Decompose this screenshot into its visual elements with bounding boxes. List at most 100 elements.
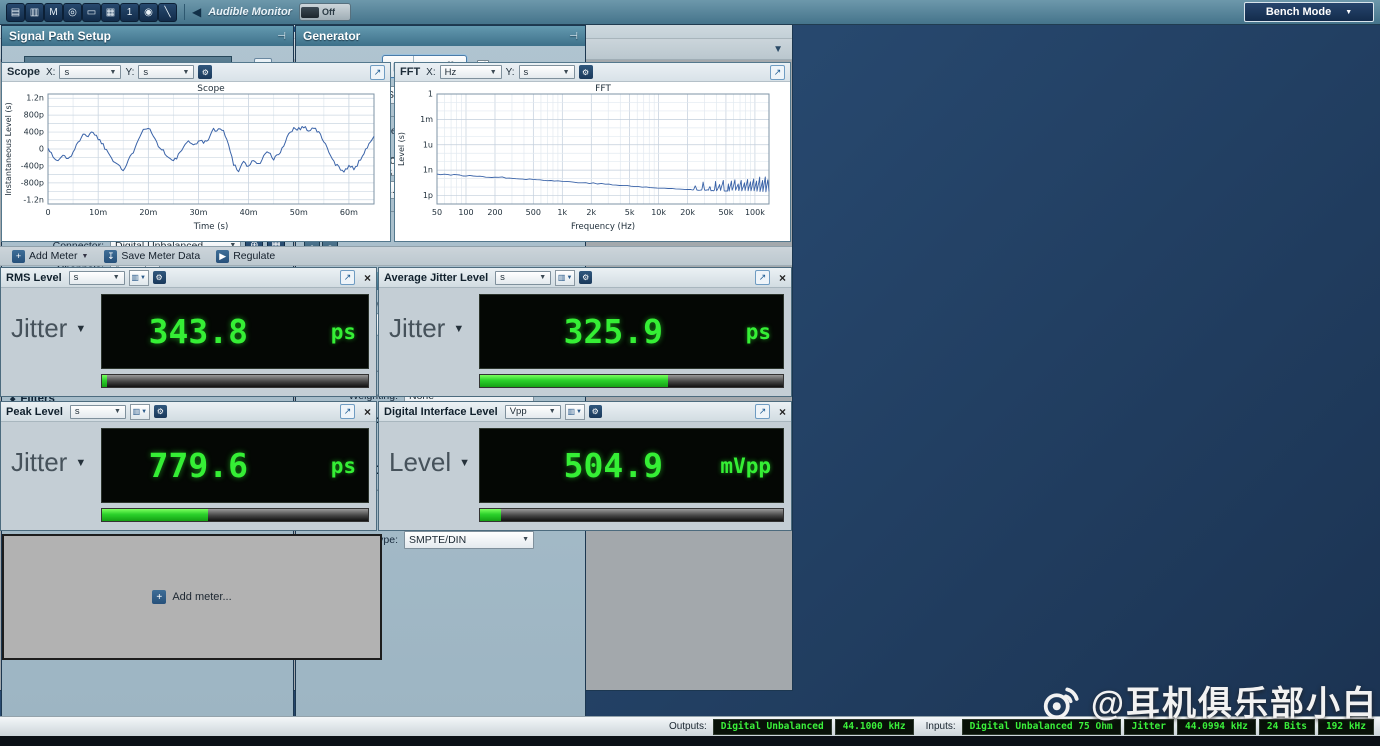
fft-x-label: X:: [426, 67, 435, 78]
meter-unit-select[interactable]: s▼: [495, 271, 551, 285]
meter-title: Digital Interface Level: [384, 406, 498, 418]
meter-unit-value: s: [74, 272, 79, 283]
chevron-down-icon: ▼: [81, 253, 88, 260]
meter-body: Jitter▼ 779.6 ps: [1, 421, 376, 530]
filter-funnel-icon[interactable]: ▼: [773, 44, 783, 55]
svg-text:1p: 1p: [423, 191, 433, 200]
meter-settings-button[interactable]: ⚙: [153, 271, 166, 284]
meter-bar: [479, 508, 784, 522]
new-file-icon[interactable]: ▤: [6, 3, 25, 22]
meter-popout-icon[interactable]: ↗: [755, 270, 770, 285]
meter-title: Average Jitter Level: [384, 272, 488, 284]
bottom-strip: [0, 736, 1380, 746]
scope-x-unit-select[interactable]: s▼: [59, 65, 121, 79]
inputs-label: Inputs:: [926, 721, 956, 732]
svg-text:1.2n: 1.2n: [26, 94, 44, 103]
meter-value-unit: ps: [248, 320, 368, 344]
meter-popout-icon[interactable]: ↗: [755, 404, 770, 419]
audible-monitor-toggle[interactable]: Off: [299, 3, 351, 21]
save-meter-data-button[interactable]: ↧ Save Meter Data: [99, 248, 205, 265]
meter-popout-icon[interactable]: ↗: [340, 270, 355, 285]
plus-icon: +: [152, 590, 166, 604]
top-toolbar-icons: ▤▥M◎▭▦1◉╲: [6, 2, 177, 22]
meter-toolbar: + Add Meter ▼ ↧ Save Meter Data ▶ Regula…: [0, 246, 792, 266]
save-icon: ↧: [104, 250, 117, 263]
grid-view-icon[interactable]: ▦: [101, 3, 120, 22]
regulate-button[interactable]: ▶ Regulate: [211, 248, 280, 265]
svg-text:30m: 30m: [189, 208, 207, 217]
imd-type-select[interactable]: SMPTE/DIN▼: [404, 531, 534, 549]
svg-text:-1.2n: -1.2n: [23, 195, 44, 204]
meter-unit-select[interactable]: s▼: [70, 405, 126, 419]
svg-text:10k: 10k: [651, 208, 666, 217]
pointer-icon[interactable]: ╲: [158, 3, 177, 22]
meter-close-icon[interactable]: ×: [364, 272, 371, 284]
meter-settings-button[interactable]: ⚙: [154, 405, 167, 418]
outputs-status: Digital Unbalanced44.1000 kHz: [713, 719, 914, 735]
meter-display-mode-button[interactable]: ▥▼: [129, 270, 149, 286]
scope-y-unit-value: s: [143, 67, 148, 78]
scope-panel-header: Scope X: s▼ Y: s▼ ⚙ ↗: [2, 63, 390, 82]
meter-popout-icon[interactable]: ↗: [340, 404, 355, 419]
fft-y-unit-value: s: [524, 67, 529, 78]
fft-popout-icon[interactable]: ↗: [770, 65, 785, 80]
scope-settings-button[interactable]: ⚙: [198, 65, 212, 79]
svg-text:1m: 1m: [420, 115, 433, 124]
meter-display-mode-button[interactable]: ▥▼: [565, 404, 585, 420]
meter-channel-select[interactable]: Level▼: [389, 447, 470, 478]
input-status-lcd: 44.0994 kHz: [1177, 719, 1256, 735]
svg-text:0: 0: [45, 208, 50, 217]
meter-settings-button[interactable]: ⚙: [579, 271, 592, 284]
pin-icon[interactable]: ⊣: [277, 31, 286, 42]
scope-chart[interactable]: 1.2n800p400p0-400p-800p-1.2n010m20m30m40…: [2, 82, 390, 240]
inputs-status: Digital Unbalanced 75 OhmJitter44.0994 k…: [962, 719, 1374, 735]
meter-channel-select[interactable]: Jitter▼: [11, 313, 86, 344]
meter-channel-select[interactable]: Jitter▼: [11, 447, 86, 478]
meter-bar-fill: [102, 509, 208, 521]
svg-text:20k: 20k: [680, 208, 695, 217]
meter-unit-select[interactable]: Vpp▼: [505, 405, 561, 419]
layout-icon[interactable]: ▭: [82, 3, 101, 22]
scope-y-unit-select[interactable]: s▼: [138, 65, 194, 79]
meter-bar-fill: [102, 375, 107, 387]
panel-one-icon[interactable]: 1: [120, 3, 139, 22]
meter-header: RMS Level s▼ ▥▼ ⚙ ↗ ×: [1, 268, 376, 288]
fft-y-unit-select[interactable]: s▼: [519, 65, 575, 79]
meter-unit-select[interactable]: s▼: [69, 271, 125, 285]
fft-x-unit-select[interactable]: Hz▼: [440, 65, 502, 79]
meter-value: 325.9: [564, 312, 663, 351]
scope-y-label: Y:: [125, 67, 134, 78]
bench-mode-button[interactable]: Bench Mode ▼: [1244, 2, 1374, 22]
monitor-o-icon[interactable]: ◎: [63, 3, 82, 22]
open-project-icon[interactable]: ▥: [25, 3, 44, 22]
svg-text:800p: 800p: [24, 111, 44, 120]
meter-bar: [101, 508, 369, 522]
meter-close-icon[interactable]: ×: [364, 406, 371, 418]
scope-x-unit-value: s: [64, 67, 69, 78]
add-meter-placeholder: Add meter...: [172, 591, 231, 603]
svg-text:1n: 1n: [423, 166, 433, 175]
toggle-knob: [301, 7, 319, 18]
meter-close-icon[interactable]: ×: [779, 272, 786, 284]
meter-channel-select[interactable]: Jitter▼: [389, 313, 464, 344]
record-icon[interactable]: ◉: [139, 3, 158, 22]
meter-header: Average Jitter Level s▼ ▥▼ ⚙ ↗ ×: [379, 268, 791, 288]
meter-close-icon[interactable]: ×: [779, 406, 786, 418]
meter-display-mode-button[interactable]: ▥▼: [130, 404, 150, 420]
scope-popout-icon[interactable]: ↗: [370, 65, 385, 80]
meter-bar: [101, 374, 369, 388]
add-meter-dropzone[interactable]: + Add meter...: [2, 534, 382, 660]
meter-body: Jitter▼ 343.8 ps: [1, 287, 376, 396]
output-status-lcd: 44.1000 kHz: [835, 719, 914, 735]
monitor-m-icon[interactable]: M: [44, 3, 63, 22]
pin-icon[interactable]: ⊣: [569, 31, 578, 42]
meter-settings-button[interactable]: ⚙: [589, 405, 602, 418]
generator-title: Generator: [303, 29, 360, 43]
add-meter-button[interactable]: + Add Meter ▼: [7, 248, 93, 265]
plus-icon: +: [12, 250, 25, 263]
meter-display-mode-button[interactable]: ▥▼: [555, 270, 575, 286]
input-status-lcd: Digital Unbalanced 75 Ohm: [962, 719, 1121, 735]
fft-chart[interactable]: 11m1u1n1p501002005001k2k5k10k20k50k100kF…: [395, 82, 790, 240]
fft-settings-button[interactable]: ⚙: [579, 65, 593, 79]
audible-monitor-label: Audible Monitor: [208, 6, 292, 18]
